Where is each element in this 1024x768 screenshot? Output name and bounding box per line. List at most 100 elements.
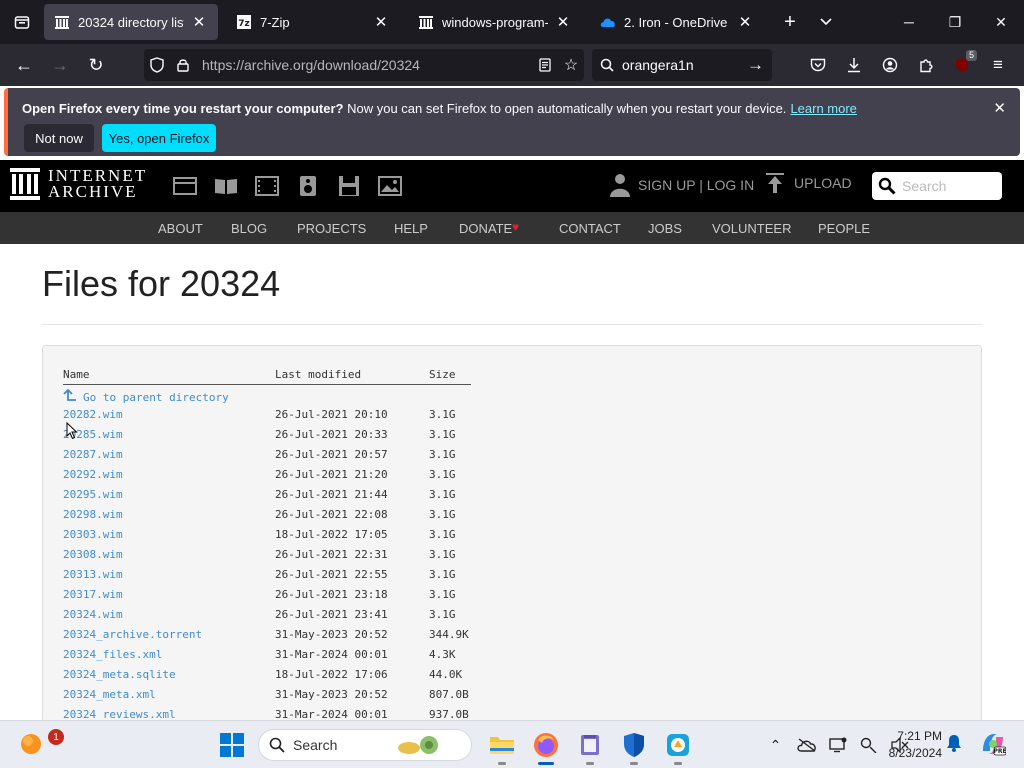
column-last-modified[interactable]: Last modified: [275, 366, 429, 385]
tab-directory-listing[interactable]: 20324 directory listing ✕: [44, 4, 218, 40]
ia-search-input[interactable]: Search: [902, 178, 946, 194]
file-link[interactable]: 20324_meta.xml: [63, 688, 156, 701]
firefox-taskbar-button[interactable]: [524, 727, 568, 765]
nav-jobs[interactable]: JOBS: [648, 221, 682, 236]
nav-volunteer[interactable]: VOLUNTEER: [712, 221, 791, 236]
audio-icon[interactable]: [287, 174, 328, 198]
close-tab-icon[interactable]: ✕: [372, 13, 390, 31]
ublock-button[interactable]: 5: [944, 49, 980, 81]
forward-button[interactable]: →: [42, 49, 78, 81]
nav-blog[interactable]: BLOG: [231, 221, 267, 236]
taskbar-clock[interactable]: 7:21 PM 8/23/2024: [880, 728, 942, 762]
texts-icon[interactable]: [205, 174, 246, 198]
file-link[interactable]: 20324_reviews.xml: [63, 708, 176, 721]
last-modified-cell: 26-Jul-2021 22:55: [275, 567, 388, 581]
pocket-button[interactable]: [800, 49, 836, 81]
windows-start-icon[interactable]: [220, 733, 244, 757]
file-link[interactable]: 20324_meta.sqlite: [63, 668, 176, 681]
back-button[interactable]: ←: [6, 49, 42, 81]
upload-link[interactable]: UPLOAD: [766, 173, 852, 193]
tab-onedrive[interactable]: 2. Iron - OneDrive ✕: [590, 4, 764, 40]
nav-help[interactable]: HELP: [394, 221, 428, 236]
reader-view-icon[interactable]: [532, 58, 558, 72]
weather-widget[interactable]: 1: [18, 729, 64, 762]
tab-windows-program-archive[interactable]: windows-program-arc ✕: [408, 4, 582, 40]
display-tray-button[interactable]: [822, 733, 853, 757]
notepad-taskbar-button[interactable]: [568, 727, 612, 765]
copilot-icon[interactable]: PRE: [980, 731, 1006, 757]
app-taskbar-button[interactable]: [656, 727, 700, 765]
shield-icon[interactable]: [144, 57, 170, 73]
minimize-button[interactable]: ─: [886, 0, 932, 44]
forward-arrow-icon: →: [51, 54, 69, 75]
search-input[interactable]: orangera1n: [622, 57, 747, 73]
lock-icon[interactable]: [170, 58, 196, 72]
table-row: 20324_files.xml 31-Mar-2024 00:01 4.3K: [63, 644, 471, 664]
shield-icon: [624, 733, 644, 757]
restore-button[interactable]: ❐: [932, 0, 978, 44]
back-arrow-icon: ←: [15, 54, 33, 75]
address-bar[interactable]: https://archive.org/download/20324 ☆: [144, 49, 584, 81]
not-now-button[interactable]: Not now: [24, 124, 94, 152]
software-icon[interactable]: [328, 174, 369, 198]
file-link[interactable]: 20303.wim: [63, 528, 123, 541]
nav-about[interactable]: ABOUT: [158, 221, 203, 236]
taskbar-search-box[interactable]: Search: [258, 729, 472, 761]
close-tab-icon[interactable]: ✕: [554, 13, 572, 31]
images-icon[interactable]: [369, 174, 410, 198]
close-notification-icon[interactable]: ✕: [993, 99, 1006, 117]
reload-button[interactable]: ↻: [78, 49, 114, 81]
app-menu-button[interactable]: ≡: [980, 49, 1016, 81]
chevron-up-icon: ⌃: [769, 736, 782, 753]
file-link[interactable]: 20295.wim: [63, 488, 123, 501]
file-link[interactable]: 20324.wim: [63, 608, 123, 621]
tab-7zip[interactable]: 7z 7-Zip ✕: [226, 4, 400, 40]
file-link[interactable]: 20298.wim: [63, 508, 123, 521]
size-cell: 344.9K: [429, 627, 469, 641]
bookmark-star-icon[interactable]: ☆: [558, 55, 584, 75]
downloads-button[interactable]: [836, 49, 872, 81]
file-explorer-taskbar-button[interactable]: [480, 727, 524, 765]
nav-donate[interactable]: DONATE: [459, 221, 512, 236]
nav-projects[interactable]: PROJECTS: [297, 221, 366, 236]
file-link[interactable]: 20317.wim: [63, 588, 123, 601]
close-tab-icon[interactable]: ✕: [190, 13, 208, 31]
file-link[interactable]: 20324_files.xml: [63, 648, 162, 661]
account-button[interactable]: [872, 49, 908, 81]
close-tab-icon[interactable]: ✕: [736, 13, 754, 31]
open-firefox-button[interactable]: Yes, open Firefox: [102, 124, 216, 152]
nav-contact[interactable]: CONTACT: [559, 221, 621, 236]
file-link[interactable]: 20292.wim: [63, 468, 123, 481]
parent-directory-row: Go to parent directory: [63, 384, 471, 404]
ia-search-box[interactable]: Search: [872, 172, 1002, 200]
show-hidden-icons-button[interactable]: ⌃: [760, 733, 791, 757]
windows-security-taskbar-button[interactable]: [612, 727, 656, 765]
search-icon: [600, 58, 614, 72]
file-link[interactable]: 20313.wim: [63, 568, 123, 581]
firefox-view-button[interactable]: [0, 0, 44, 44]
parent-directory-link[interactable]: Go to parent directory: [63, 388, 229, 404]
list-all-tabs-button[interactable]: [808, 4, 844, 40]
column-name[interactable]: Name: [63, 366, 275, 385]
new-tab-button[interactable]: +: [772, 4, 808, 40]
user-icon: [610, 174, 630, 197]
ia-logo[interactable]: INTERNET ARCHIVE: [10, 167, 147, 200]
close-window-button[interactable]: ✕: [978, 0, 1024, 44]
file-link[interactable]: 20308.wim: [63, 548, 123, 561]
onedrive-tray-button[interactable]: [791, 733, 822, 757]
file-link[interactable]: 20282.wim: [63, 408, 123, 421]
file-link[interactable]: 20324_archive.torrent: [63, 628, 202, 641]
video-icon[interactable]: [246, 174, 287, 198]
search-bar[interactable]: orangera1n →: [592, 49, 772, 81]
signin-link[interactable]: SIGN UP | LOG IN: [610, 173, 754, 197]
file-link[interactable]: 20287.wim: [63, 448, 123, 461]
nav-people[interactable]: PEOPLE: [818, 221, 870, 236]
taskbar-search-input[interactable]: Search: [293, 737, 337, 753]
extensions-button[interactable]: [908, 49, 944, 81]
search-go-icon[interactable]: →: [747, 55, 764, 75]
web-icon[interactable]: [164, 174, 205, 198]
learn-more-link[interactable]: Learn more: [790, 101, 856, 116]
column-size[interactable]: Size: [429, 366, 471, 385]
notification-bell-icon[interactable]: [946, 734, 962, 752]
url-text[interactable]: https://archive.org/download/20324: [202, 57, 532, 73]
